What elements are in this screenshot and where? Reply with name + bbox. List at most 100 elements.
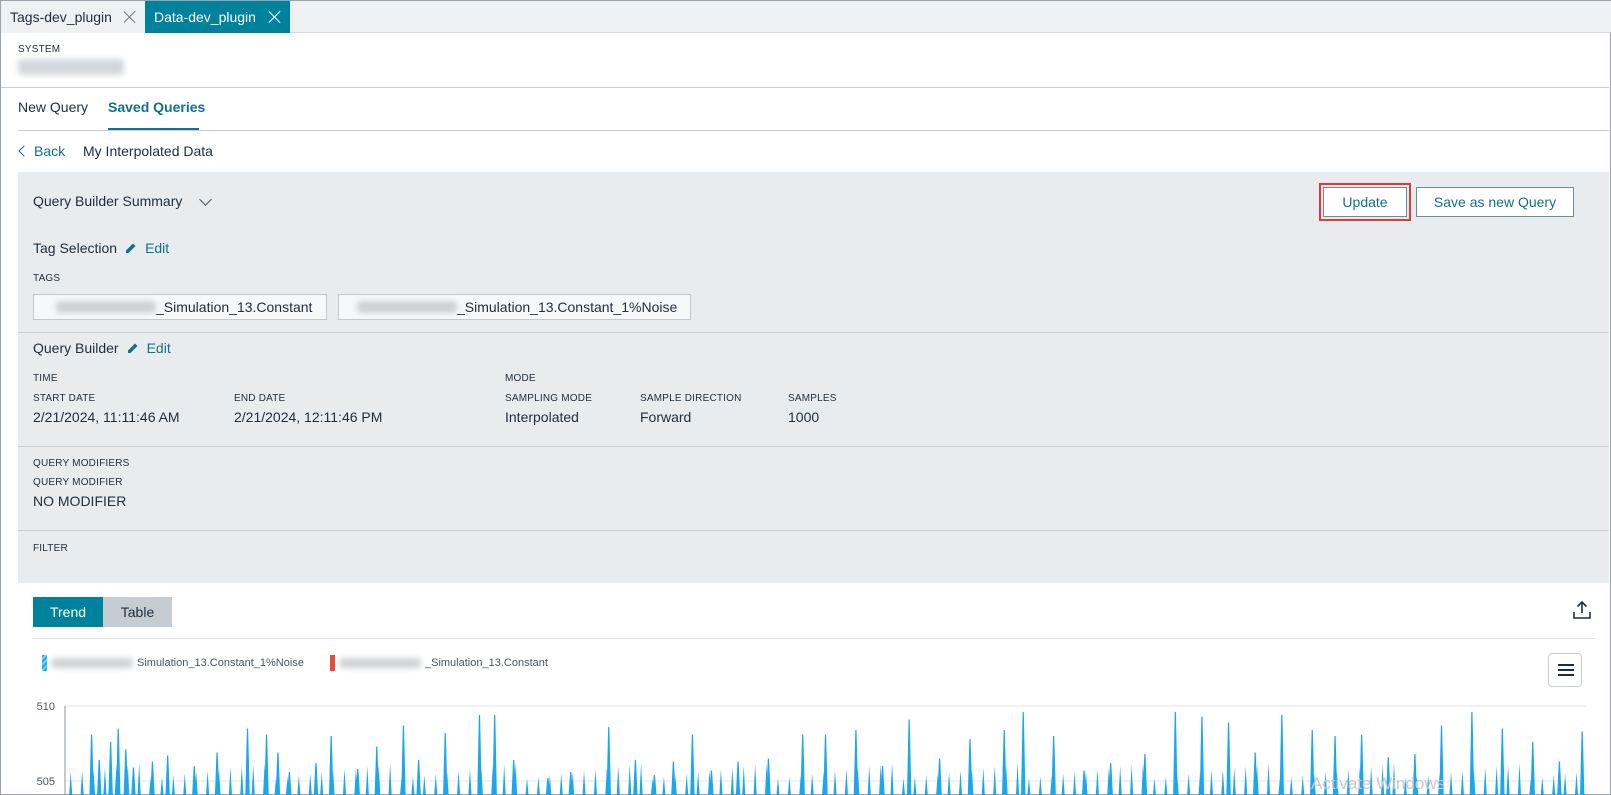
edit-tag-selection-link[interactable]: Edit: [145, 240, 169, 256]
noise-series-spike: [1506, 764, 1510, 795]
divider: [33, 638, 1595, 639]
tab-tags-dev-plugin[interactable]: Tags-dev_plugin: [1, 1, 145, 33]
noise-series-spike: [1038, 776, 1042, 795]
save-as-new-query-button[interactable]: Save as new Query: [1416, 187, 1574, 217]
noise-series-spike: [1500, 728, 1505, 795]
noise-series-spike: [1061, 773, 1065, 795]
y-tick-label: 510: [37, 701, 55, 713]
document-tab-bar: Tags-dev_plugin Data-dev_plugin: [1, 1, 1611, 33]
tag-chip: _Simulation_13.Constant: [33, 294, 327, 320]
noise-series-spike: [1164, 776, 1168, 795]
noise-series-spike: [1460, 770, 1464, 795]
system-value-redacted: [18, 59, 124, 75]
noise-series-spike: [388, 763, 392, 795]
query-builder-header: Query Builder Edit: [33, 340, 171, 356]
noise-series-spike: [1015, 763, 1020, 795]
noise-series-spike: [662, 776, 666, 795]
noise-series-spike: [171, 775, 175, 795]
filter-label: FILTER: [33, 543, 68, 554]
y-tick-label: 505: [37, 776, 55, 788]
noise-series-spike: [1517, 763, 1522, 795]
noise-series-spike: [297, 775, 301, 795]
divider: [1, 87, 1611, 88]
close-icon[interactable]: [123, 10, 137, 24]
noise-series-spike: [137, 763, 141, 795]
redacted-text: [56, 301, 156, 313]
noise-series-spike: [468, 769, 472, 795]
tags-label: TAGS: [33, 273, 61, 284]
noise-series-spike: [308, 773, 312, 795]
noise-series-spike: [422, 775, 426, 795]
noise-series-spike: [593, 769, 597, 795]
table-toggle-button[interactable]: Table: [103, 597, 172, 627]
noise-series-spike: [890, 763, 894, 795]
noise-series-spike: [416, 760, 421, 795]
update-button[interactable]: Update: [1323, 187, 1407, 217]
pencil-icon[interactable]: [125, 242, 137, 254]
legend-item-noise[interactable]: Simulation_13.Constant_1%Noise: [42, 655, 304, 671]
noise-series-spike: [206, 770, 210, 795]
query-builder-summary-panel: Query Builder Summary Update Save as new…: [18, 172, 1609, 583]
noise-series-spike: [1580, 731, 1585, 795]
noise-series-spike: [1557, 761, 1562, 795]
edit-query-builder-link[interactable]: Edit: [147, 340, 171, 356]
close-icon[interactable]: [268, 10, 282, 24]
noise-series-spike: [1574, 772, 1579, 795]
noise-series-spike: [810, 773, 814, 795]
noise-series-spike: [457, 770, 461, 795]
pencil-icon[interactable]: [127, 342, 139, 354]
query-modifiers-label: QUERY MODIFIERS: [33, 458, 130, 469]
tag-name: _Simulation_13.Constant: [156, 299, 313, 315]
sample-direction-label: SAMPLE DIRECTION: [640, 393, 742, 404]
noise-series-spike: [320, 772, 324, 795]
noise-series-spike: [1552, 775, 1556, 795]
noise-series-spike: [787, 776, 791, 795]
tag-chip: _Simulation_13.Constant_1%Noise: [338, 294, 691, 320]
noise-series-spike: [183, 773, 187, 795]
legend-item-constant[interactable]: _Simulation_13.Constant: [330, 655, 548, 671]
hamburger-icon: [1558, 664, 1574, 666]
noise-series-spike: [1289, 776, 1293, 795]
noise-series-spike: [160, 776, 164, 795]
end-date-value: 2/21/2024, 12:11:46 PM: [234, 409, 383, 425]
legend-label: Simulation_13.Constant_1%Noise: [137, 657, 304, 669]
noise-series-spike: [1073, 772, 1077, 795]
legend-swatch: [330, 655, 335, 671]
noise-series-spike: [1095, 769, 1099, 795]
noise-series-spike: [1226, 722, 1231, 795]
noise-series-spike: [628, 764, 632, 795]
divider: [18, 332, 1609, 333]
noise-series-spike: [753, 764, 757, 795]
time-label: TIME: [33, 373, 58, 384]
summary-title[interactable]: Query Builder Summary: [33, 193, 182, 209]
divider: [18, 446, 1609, 447]
tab-saved-queries[interactable]: Saved Queries: [108, 99, 205, 115]
tab-data-dev-plugin[interactable]: Data-dev_plugin: [145, 1, 290, 33]
redacted-text: [357, 301, 457, 313]
end-date-label: END DATE: [234, 393, 286, 404]
mode-label: MODE: [505, 373, 536, 384]
noise-series-spike: [735, 761, 741, 795]
redacted-text: [339, 658, 421, 668]
back-link[interactable]: Back: [18, 143, 65, 159]
tag-name: _Simulation_13.Constant_1%Noise: [457, 299, 678, 315]
samples-label: SAMPLES: [788, 393, 837, 404]
noise-series-spike: [1563, 773, 1567, 795]
tab-new-query[interactable]: New Query: [18, 99, 88, 115]
sampling-mode-value: Interpolated: [505, 409, 579, 425]
noise-series-spike: [685, 773, 689, 795]
chevron-down-icon[interactable]: [199, 193, 212, 206]
noise-series-spike: [80, 770, 84, 795]
tag-selection-header: Tag Selection Edit: [33, 240, 169, 256]
tab-label: Data-dev_plugin: [154, 9, 256, 25]
start-date-value: 2/21/2024, 11:11:46 AM: [33, 409, 180, 425]
noise-series-spike: [1301, 775, 1305, 795]
noise-series-spike: [536, 776, 540, 795]
sample-direction-value: Forward: [640, 409, 692, 425]
tab-label: Tags-dev_plugin: [10, 9, 112, 25]
noise-series-spike: [924, 775, 928, 795]
chart-menu-button[interactable]: [1548, 653, 1582, 687]
noise-series-spike: [1449, 772, 1453, 795]
trend-toggle-button[interactable]: Trend: [33, 597, 103, 627]
export-icon[interactable]: [1571, 599, 1593, 621]
